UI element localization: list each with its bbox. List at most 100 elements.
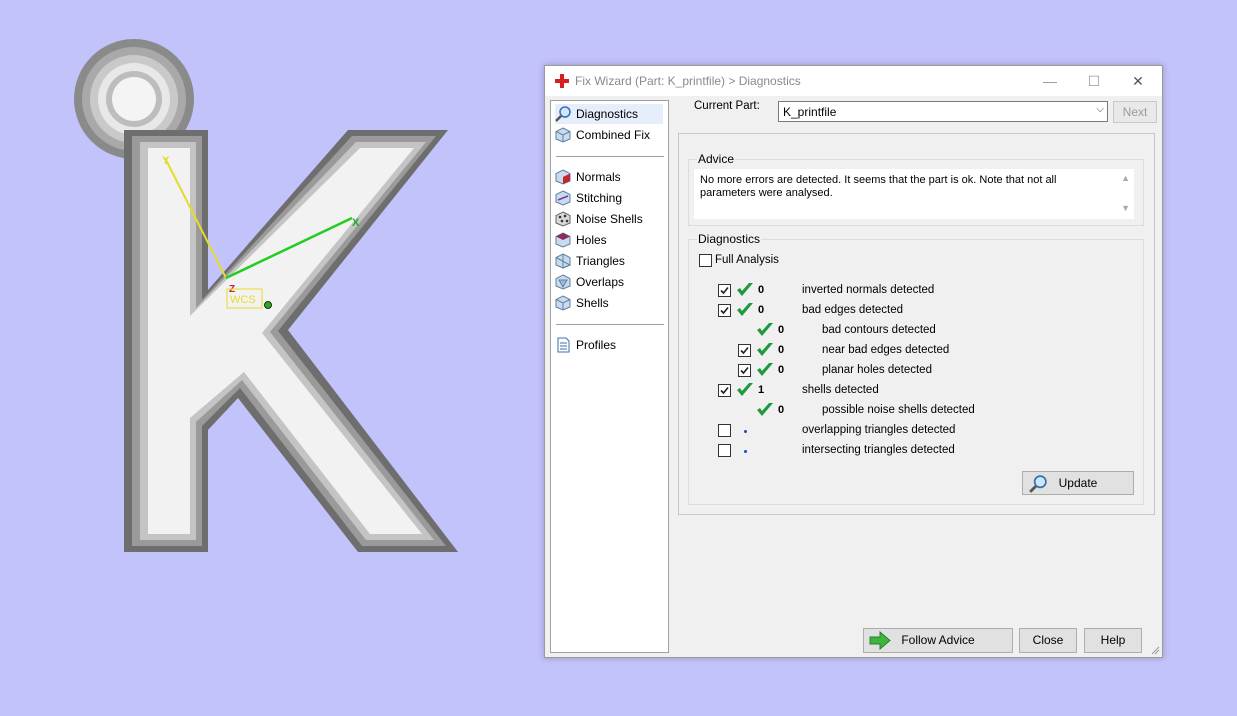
diagnostic-checkbox[interactable] xyxy=(718,284,731,297)
close-window-button[interactable]: ✕ xyxy=(1128,72,1148,90)
diagnostics-panel: Advice No more errors are detected. It s… xyxy=(678,133,1155,515)
diagnostic-row: 0 inverted normals detected xyxy=(689,283,1139,304)
diagnostic-row: 0 possible noise shells detected xyxy=(689,403,1139,424)
nav-item-normals[interactable]: Normals xyxy=(555,167,663,187)
diagnostic-label: near bad edges detected xyxy=(822,344,950,356)
diagnostic-count: 0 xyxy=(778,404,785,416)
diagnostic-label: bad contours detected xyxy=(822,324,936,336)
diagnostic-count: 0 xyxy=(758,304,765,316)
chevron-down-icon: ⌵ xyxy=(1096,104,1104,115)
help-button[interactable]: Help xyxy=(1084,628,1142,653)
nav-item-overlaps[interactable]: Overlaps xyxy=(555,272,663,292)
maximize-button[interactable]: ☐ xyxy=(1084,72,1104,90)
holes-icon xyxy=(555,232,571,248)
scroll-down-icon[interactable]: ▼ xyxy=(1121,203,1130,213)
advice-textbox[interactable]: No more errors are detected. It seems th… xyxy=(694,169,1134,219)
nav-item-combined-fix[interactable]: Combined Fix xyxy=(555,125,663,145)
diagnostic-row: intersecting triangles detected xyxy=(689,444,1139,464)
3d-viewport[interactable]: Y X Z WCS xyxy=(0,0,540,716)
full-analysis-checkbox[interactable] xyxy=(699,254,712,267)
axis-y-label: Y xyxy=(162,155,170,167)
nav-item-label: Normals xyxy=(576,170,621,184)
diagnostic-checkbox[interactable] xyxy=(718,384,731,397)
title-bar[interactable]: Fix Wizard (Part: K_printfile) > Diagnos… xyxy=(545,66,1162,96)
normals-icon xyxy=(555,169,571,185)
current-part-label: Current Part: xyxy=(694,100,760,112)
green-check-icon xyxy=(737,383,753,396)
diagnostic-label: possible noise shells detected xyxy=(822,404,975,416)
pending-dot-icon xyxy=(744,430,747,433)
close-button[interactable]: Close xyxy=(1019,628,1077,653)
fix-wizard-dialog: Fix Wizard (Part: K_printfile) > Diagnos… xyxy=(544,65,1163,658)
minimize-button[interactable]: — xyxy=(1040,72,1060,90)
magnifier-icon xyxy=(555,106,571,122)
nav-item-noise-shells[interactable]: Noise Shells xyxy=(555,209,663,229)
axis-x-label: X xyxy=(352,217,360,229)
green-check-icon xyxy=(757,403,773,416)
diagnostic-count: 0 xyxy=(778,364,785,376)
diagnostic-label: bad edges detected xyxy=(802,304,904,316)
overlaps-icon xyxy=(555,274,571,290)
nav-item-label: Noise Shells xyxy=(576,212,643,226)
cube-icon xyxy=(555,127,571,143)
diagnostic-row: overlapping triangles detected xyxy=(689,424,1139,444)
red-cross-icon xyxy=(555,74,569,88)
nav-item-label: Triangles xyxy=(576,254,625,268)
green-check-icon xyxy=(757,343,773,356)
diagnostic-checkbox[interactable] xyxy=(738,344,751,357)
check-mark-icon xyxy=(720,286,729,295)
current-part-select[interactable]: K_printfile ⌵ xyxy=(778,101,1108,122)
nav-item-label: Overlaps xyxy=(576,275,625,289)
magnifier-icon xyxy=(1029,475,1047,493)
diagnostic-checkbox[interactable] xyxy=(738,364,751,377)
green-check-icon xyxy=(757,363,773,376)
diagnostics-title: Diagnostics xyxy=(697,232,762,246)
nav-item-triangles[interactable]: Triangles xyxy=(555,251,663,271)
nav-item-shells[interactable]: Shells xyxy=(555,293,663,313)
update-label: Update xyxy=(1058,476,1098,490)
nav-item-profiles[interactable]: Profiles xyxy=(555,335,663,355)
diagnostic-count: 0 xyxy=(758,284,765,296)
noise-shells-icon xyxy=(555,211,571,227)
letter-k-model xyxy=(124,130,458,552)
diagnostics-group: Diagnostics Full Analysis 0 inverted norm… xyxy=(688,232,1144,505)
nav-item-label: Diagnostics xyxy=(576,107,639,121)
diagnostic-count: 1 xyxy=(758,384,765,396)
next-button[interactable]: Next xyxy=(1113,101,1157,123)
advice-group: Advice No more errors are detected. It s… xyxy=(688,152,1144,226)
nav-item-diagnostics[interactable]: Diagnostics xyxy=(555,104,663,124)
diagnostic-checkbox[interactable] xyxy=(718,304,731,317)
diagnostic-label: intersecting triangles detected xyxy=(802,444,955,456)
triangles-icon xyxy=(555,253,571,269)
check-mark-icon xyxy=(740,346,749,355)
green-check-icon xyxy=(737,283,753,296)
diagnostic-label: planar holes detected xyxy=(822,364,932,376)
pending-dot-icon xyxy=(744,450,747,453)
nav-item-stitching[interactable]: Stitching xyxy=(555,188,663,208)
fix-nav-panel: Diagnostics Combined Fix Normals Stitchi… xyxy=(550,100,669,653)
full-analysis-label: Full Analysis xyxy=(715,254,779,266)
diagnostic-row: 0 planar holes detected xyxy=(689,363,1139,384)
nav-item-label: Profiles xyxy=(576,338,617,352)
scroll-up-icon[interactable]: ▲ xyxy=(1121,173,1130,183)
follow-advice-label: Follow Advice xyxy=(901,633,975,647)
diagnostic-checkbox[interactable] xyxy=(718,444,731,457)
check-mark-icon xyxy=(720,386,729,395)
nav-item-label: Shells xyxy=(576,296,609,310)
follow-advice-button[interactable]: Follow Advice xyxy=(863,628,1013,653)
resize-grip-icon[interactable] xyxy=(1150,645,1160,655)
advice-title: Advice xyxy=(697,152,736,166)
update-button[interactable]: Update xyxy=(1022,471,1134,495)
green-check-icon xyxy=(757,323,773,336)
document-icon xyxy=(557,337,570,353)
wcs-label: WCS xyxy=(230,294,256,306)
diagnostic-label: inverted normals detected xyxy=(802,284,935,296)
green-check-icon xyxy=(737,303,753,316)
nav-item-label: Holes xyxy=(576,233,607,247)
diagnostic-label: shells detected xyxy=(802,384,879,396)
stitching-icon xyxy=(555,190,571,206)
nav-item-holes[interactable]: Holes xyxy=(555,230,663,250)
green-arrow-icon xyxy=(869,631,891,650)
nav-divider xyxy=(556,324,664,325)
diagnostic-checkbox[interactable] xyxy=(718,424,731,437)
